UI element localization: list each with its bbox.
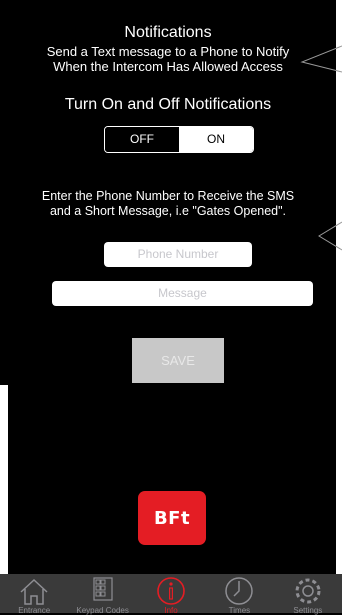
- description-line-1: Send a Text message to a Phone to Notify: [46, 44, 290, 59]
- callout-pointer-2: [318, 221, 342, 251]
- phone-number-input[interactable]: Phone Number: [104, 242, 252, 267]
- notifications-description: Send a Text message to a Phone to Notify…: [0, 44, 336, 74]
- tab-label: Settings: [293, 606, 323, 615]
- message-input[interactable]: Message: [52, 281, 313, 306]
- clock-icon: [225, 577, 254, 605]
- save-button[interactable]: SAVE: [132, 338, 224, 383]
- page-title: Notifications: [124, 24, 212, 41]
- notifications-toggle[interactable]: OFF ON: [104, 126, 254, 153]
- tab-keypad-codes[interactable]: Keypad Codes: [68, 574, 136, 615]
- tab-bar: Entrance Keypad Codes Info Times Setting…: [0, 574, 342, 615]
- tab-label: Keypad Codes: [76, 606, 129, 615]
- screen-edge-strip: [336, 0, 342, 613]
- toggle-on-option[interactable]: ON: [179, 127, 253, 152]
- instruction-line-1: Enter the Phone Number to Receive the SM…: [41, 189, 295, 203]
- keypad-icon: [93, 577, 113, 601]
- toggle-heading: Turn On and Off Notifications: [64, 96, 272, 113]
- tab-label: Info: [164, 606, 178, 615]
- info-icon: [157, 577, 185, 605]
- home-icon: [20, 578, 48, 605]
- gear-icon: [295, 578, 321, 604]
- screen-edge-gap: [0, 385, 8, 575]
- toggle-off-option[interactable]: OFF: [105, 127, 179, 152]
- tab-label: Entrance: [18, 606, 51, 615]
- tab-times[interactable]: Times: [205, 574, 273, 615]
- tab-label: Times: [228, 606, 251, 615]
- tab-entrance[interactable]: Entrance: [0, 574, 68, 615]
- tab-info[interactable]: Info: [137, 574, 205, 615]
- callout-pointer-1: [300, 45, 342, 73]
- instruction-line-2: and a Short Message, i.e "Gates Opened".: [49, 204, 287, 218]
- sms-instructions: Enter the Phone Number to Receive the SM…: [0, 189, 336, 219]
- tab-settings[interactable]: Settings: [274, 574, 342, 615]
- description-line-2: When the Intercom Has Allowed Access: [53, 59, 283, 74]
- bft-logo: BFt: [138, 491, 206, 545]
- logo-text: BFt: [153, 507, 191, 529]
